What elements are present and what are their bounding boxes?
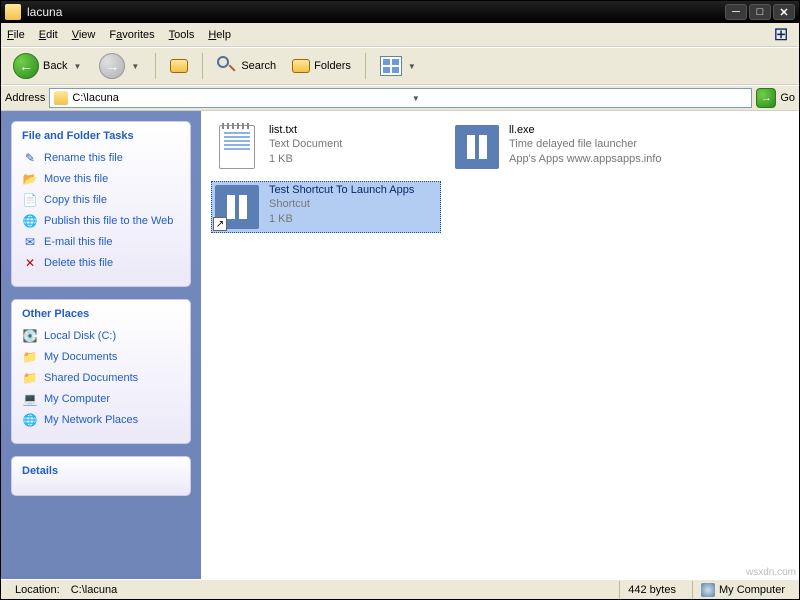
menu-bar: File Edit View Favorites Tools Help ⊞ (1, 23, 799, 47)
file-size: 1 KB (269, 152, 439, 166)
address-bar: Address C:\lacuna ▼ → Go (1, 85, 799, 111)
status-computer: My Computer (692, 581, 793, 599)
file-item-selected[interactable]: ↗ Test Shortcut To Launch Apps Shortcut … (211, 181, 441, 233)
delete-icon: ✕ (22, 255, 38, 271)
task-rename[interactable]: ✎Rename this file (22, 150, 180, 166)
menu-tools[interactable]: Tools (169, 29, 195, 41)
menu-help[interactable]: Help (208, 29, 231, 41)
toolbar-separator (202, 53, 203, 79)
email-icon: ✉ (22, 234, 38, 250)
status-location: Location: C:\lacuna (7, 581, 611, 599)
move-icon: 📂 (22, 171, 38, 187)
maximize-button[interactable]: □ (749, 4, 771, 20)
toolbar-separator (365, 53, 366, 79)
task-move[interactable]: 📂Move this file (22, 171, 180, 187)
file-type: Text Document (269, 137, 439, 151)
task-email[interactable]: ✉E-mail this file (22, 234, 180, 250)
close-button[interactable]: ✕ (773, 4, 795, 20)
title-bar[interactable]: lacuna ─ □ ✕ (1, 1, 799, 23)
file-type: Time delayed file launcher (509, 137, 679, 151)
content-area: File and Folder Tasks ✎Rename this file … (1, 111, 799, 579)
menu-file[interactable]: File (7, 29, 25, 41)
file-type: Shortcut (269, 197, 439, 211)
task-delete[interactable]: ✕Delete this file (22, 255, 180, 271)
menu-view[interactable]: View (72, 29, 96, 41)
search-button[interactable]: Search (211, 53, 282, 79)
toolbar-separator (155, 53, 156, 79)
up-button[interactable] (164, 56, 194, 76)
back-dropdown-icon[interactable]: ▼ (71, 62, 83, 71)
folders-label: Folders (314, 60, 351, 72)
task-copy[interactable]: 📄Copy this file (22, 192, 180, 208)
file-item[interactable]: list.txt Text Document 1 KB (211, 121, 441, 173)
documents-icon: 📁 (22, 349, 38, 365)
place-my-computer[interactable]: 💻My Computer (22, 391, 180, 407)
file-folder-tasks-panel: File and Folder Tasks ✎Rename this file … (11, 121, 191, 287)
status-bar: Location: C:\lacuna 442 bytes My Compute… (1, 579, 799, 599)
rename-icon: ✎ (22, 150, 38, 166)
explorer-window: lacuna ─ □ ✕ File Edit View Favorites To… (0, 0, 800, 600)
watermark: wsxdn.com (746, 567, 796, 578)
windows-flag-icon: ⊞ (769, 24, 793, 46)
address-label: Address (5, 92, 45, 104)
file-size: 1 KB (269, 212, 439, 226)
views-dropdown-icon[interactable]: ▼ (406, 62, 418, 71)
address-input[interactable]: C:\lacuna ▼ (49, 88, 752, 108)
minimize-button[interactable]: ─ (725, 4, 747, 20)
go-label: Go (780, 92, 795, 104)
address-folder-icon (54, 91, 68, 105)
file-publisher: App's Apps www.appsapps.info (509, 152, 679, 166)
file-name: list.txt (269, 123, 439, 137)
back-arrow-icon: ← (13, 53, 39, 79)
forward-arrow-icon: → (99, 53, 125, 79)
back-button[interactable]: ← Back ▼ (7, 50, 89, 82)
go-button[interactable]: → (756, 88, 776, 108)
computer-icon (701, 583, 715, 597)
publish-icon: 🌐 (22, 213, 38, 229)
shortcut-arrow-icon: ↗ (213, 217, 227, 231)
up-folder-icon (170, 59, 188, 73)
file-name: ll.exe (509, 123, 679, 137)
panel-title[interactable]: Other Places (22, 308, 180, 320)
panel-title[interactable]: Details (22, 465, 180, 477)
menu-favorites[interactable]: Favorites (109, 29, 154, 41)
file-item[interactable]: ll.exe Time delayed file launcher App's … (451, 121, 681, 173)
text-file-icon (213, 123, 261, 171)
address-dropdown-icon[interactable]: ▼ (410, 94, 747, 103)
other-places-panel: Other Places 💽Local Disk (C:) 📁My Docume… (11, 299, 191, 444)
toolbar: ← Back ▼ → ▼ Search Folders ▼ (1, 47, 799, 85)
menu-edit[interactable]: Edit (39, 29, 58, 41)
search-icon (217, 56, 237, 76)
folders-button[interactable]: Folders (286, 56, 357, 76)
forward-button[interactable]: → ▼ (93, 50, 147, 82)
shortcut-file-icon: ↗ (213, 183, 261, 231)
status-bytes: 442 bytes (619, 581, 684, 599)
forward-dropdown-icon[interactable]: ▼ (129, 62, 141, 71)
views-button[interactable]: ▼ (374, 53, 424, 79)
folders-icon (292, 59, 310, 73)
place-local-disk[interactable]: 💽Local Disk (C:) (22, 328, 180, 344)
address-path: C:\lacuna (72, 92, 405, 104)
file-list[interactable]: list.txt Text Document 1 KB ll.exe Time … (201, 111, 799, 579)
network-icon: 🌐 (22, 412, 38, 428)
place-shared-documents[interactable]: 📁Shared Documents (22, 370, 180, 386)
copy-icon: 📄 (22, 192, 38, 208)
panel-title[interactable]: File and Folder Tasks (22, 130, 180, 142)
task-pane: File and Folder Tasks ✎Rename this file … (1, 111, 201, 579)
task-publish[interactable]: 🌐Publish this file to the Web (22, 213, 180, 229)
exe-file-icon (453, 123, 501, 171)
computer-icon: 💻 (22, 391, 38, 407)
window-folder-icon (5, 4, 21, 20)
search-label: Search (241, 60, 276, 72)
views-icon (380, 56, 402, 76)
disk-icon: 💽 (22, 328, 38, 344)
window-title: lacuna (27, 5, 723, 19)
place-my-documents[interactable]: 📁My Documents (22, 349, 180, 365)
back-label: Back (43, 60, 67, 72)
place-network[interactable]: 🌐My Network Places (22, 412, 180, 428)
file-name: Test Shortcut To Launch Apps (269, 183, 439, 197)
details-panel: Details (11, 456, 191, 496)
shared-icon: 📁 (22, 370, 38, 386)
